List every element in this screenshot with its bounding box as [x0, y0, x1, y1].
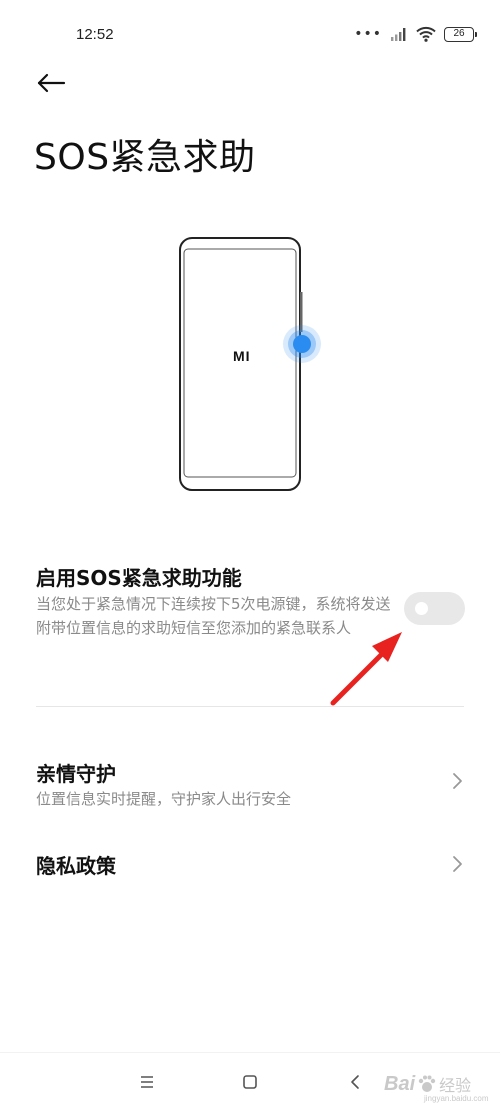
baidu-watermark: Bai 经验 jingyan.baidu.com — [384, 1064, 496, 1104]
toggle-knob — [415, 602, 428, 615]
watermark-cn: 经验 — [439, 1076, 472, 1095]
list-item-family-guard[interactable]: 亲情守护 位置信息实时提醒，守护家人出行安全 — [0, 748, 500, 818]
paw-icon — [418, 1075, 436, 1092]
red-arrow-annotation — [330, 632, 402, 706]
chevron-right-icon — [453, 856, 462, 872]
privacy-policy-title: 隐私政策 — [36, 854, 116, 878]
signal-icon — [391, 28, 406, 41]
watermark-brand: Bai — [384, 1072, 416, 1095]
sos-setting-title: 启用SOS紧急求助功能 — [36, 566, 242, 590]
menu-icon — [141, 1076, 153, 1088]
status-bar: 12:52 ••• 26 — [0, 0, 500, 66]
home-button[interactable] — [235, 1067, 265, 1097]
divider — [36, 706, 464, 707]
home-icon — [243, 1075, 257, 1089]
watermark-url: jingyan.baidu.com — [424, 1094, 489, 1103]
more-dots-icon: ••• — [354, 26, 382, 42]
wifi-icon — [416, 26, 436, 42]
sos-toggle[interactable] — [404, 592, 465, 625]
chevron-right-icon — [453, 773, 462, 789]
nav-back-button[interactable] — [340, 1067, 370, 1097]
menu-button[interactable] — [132, 1067, 162, 1097]
back-button[interactable] — [34, 68, 68, 98]
status-icons: ••• 26 — [354, 24, 477, 44]
back-arrow-icon — [37, 73, 66, 93]
list-item-privacy-policy[interactable]: 隐私政策 — [0, 842, 500, 888]
back-icon — [351, 1075, 359, 1089]
phone-illustration: MI — [170, 228, 330, 498]
family-guard-title: 亲情守护 — [36, 762, 116, 786]
page-title: SOS紧急求助 — [34, 137, 256, 178]
status-time: 12:52 — [76, 26, 114, 43]
mi-logo: MI — [233, 348, 251, 364]
family-guard-subtitle: 位置信息实时提醒，守护家人出行安全 — [36, 790, 292, 808]
battery-icon: 26 — [444, 26, 477, 42]
